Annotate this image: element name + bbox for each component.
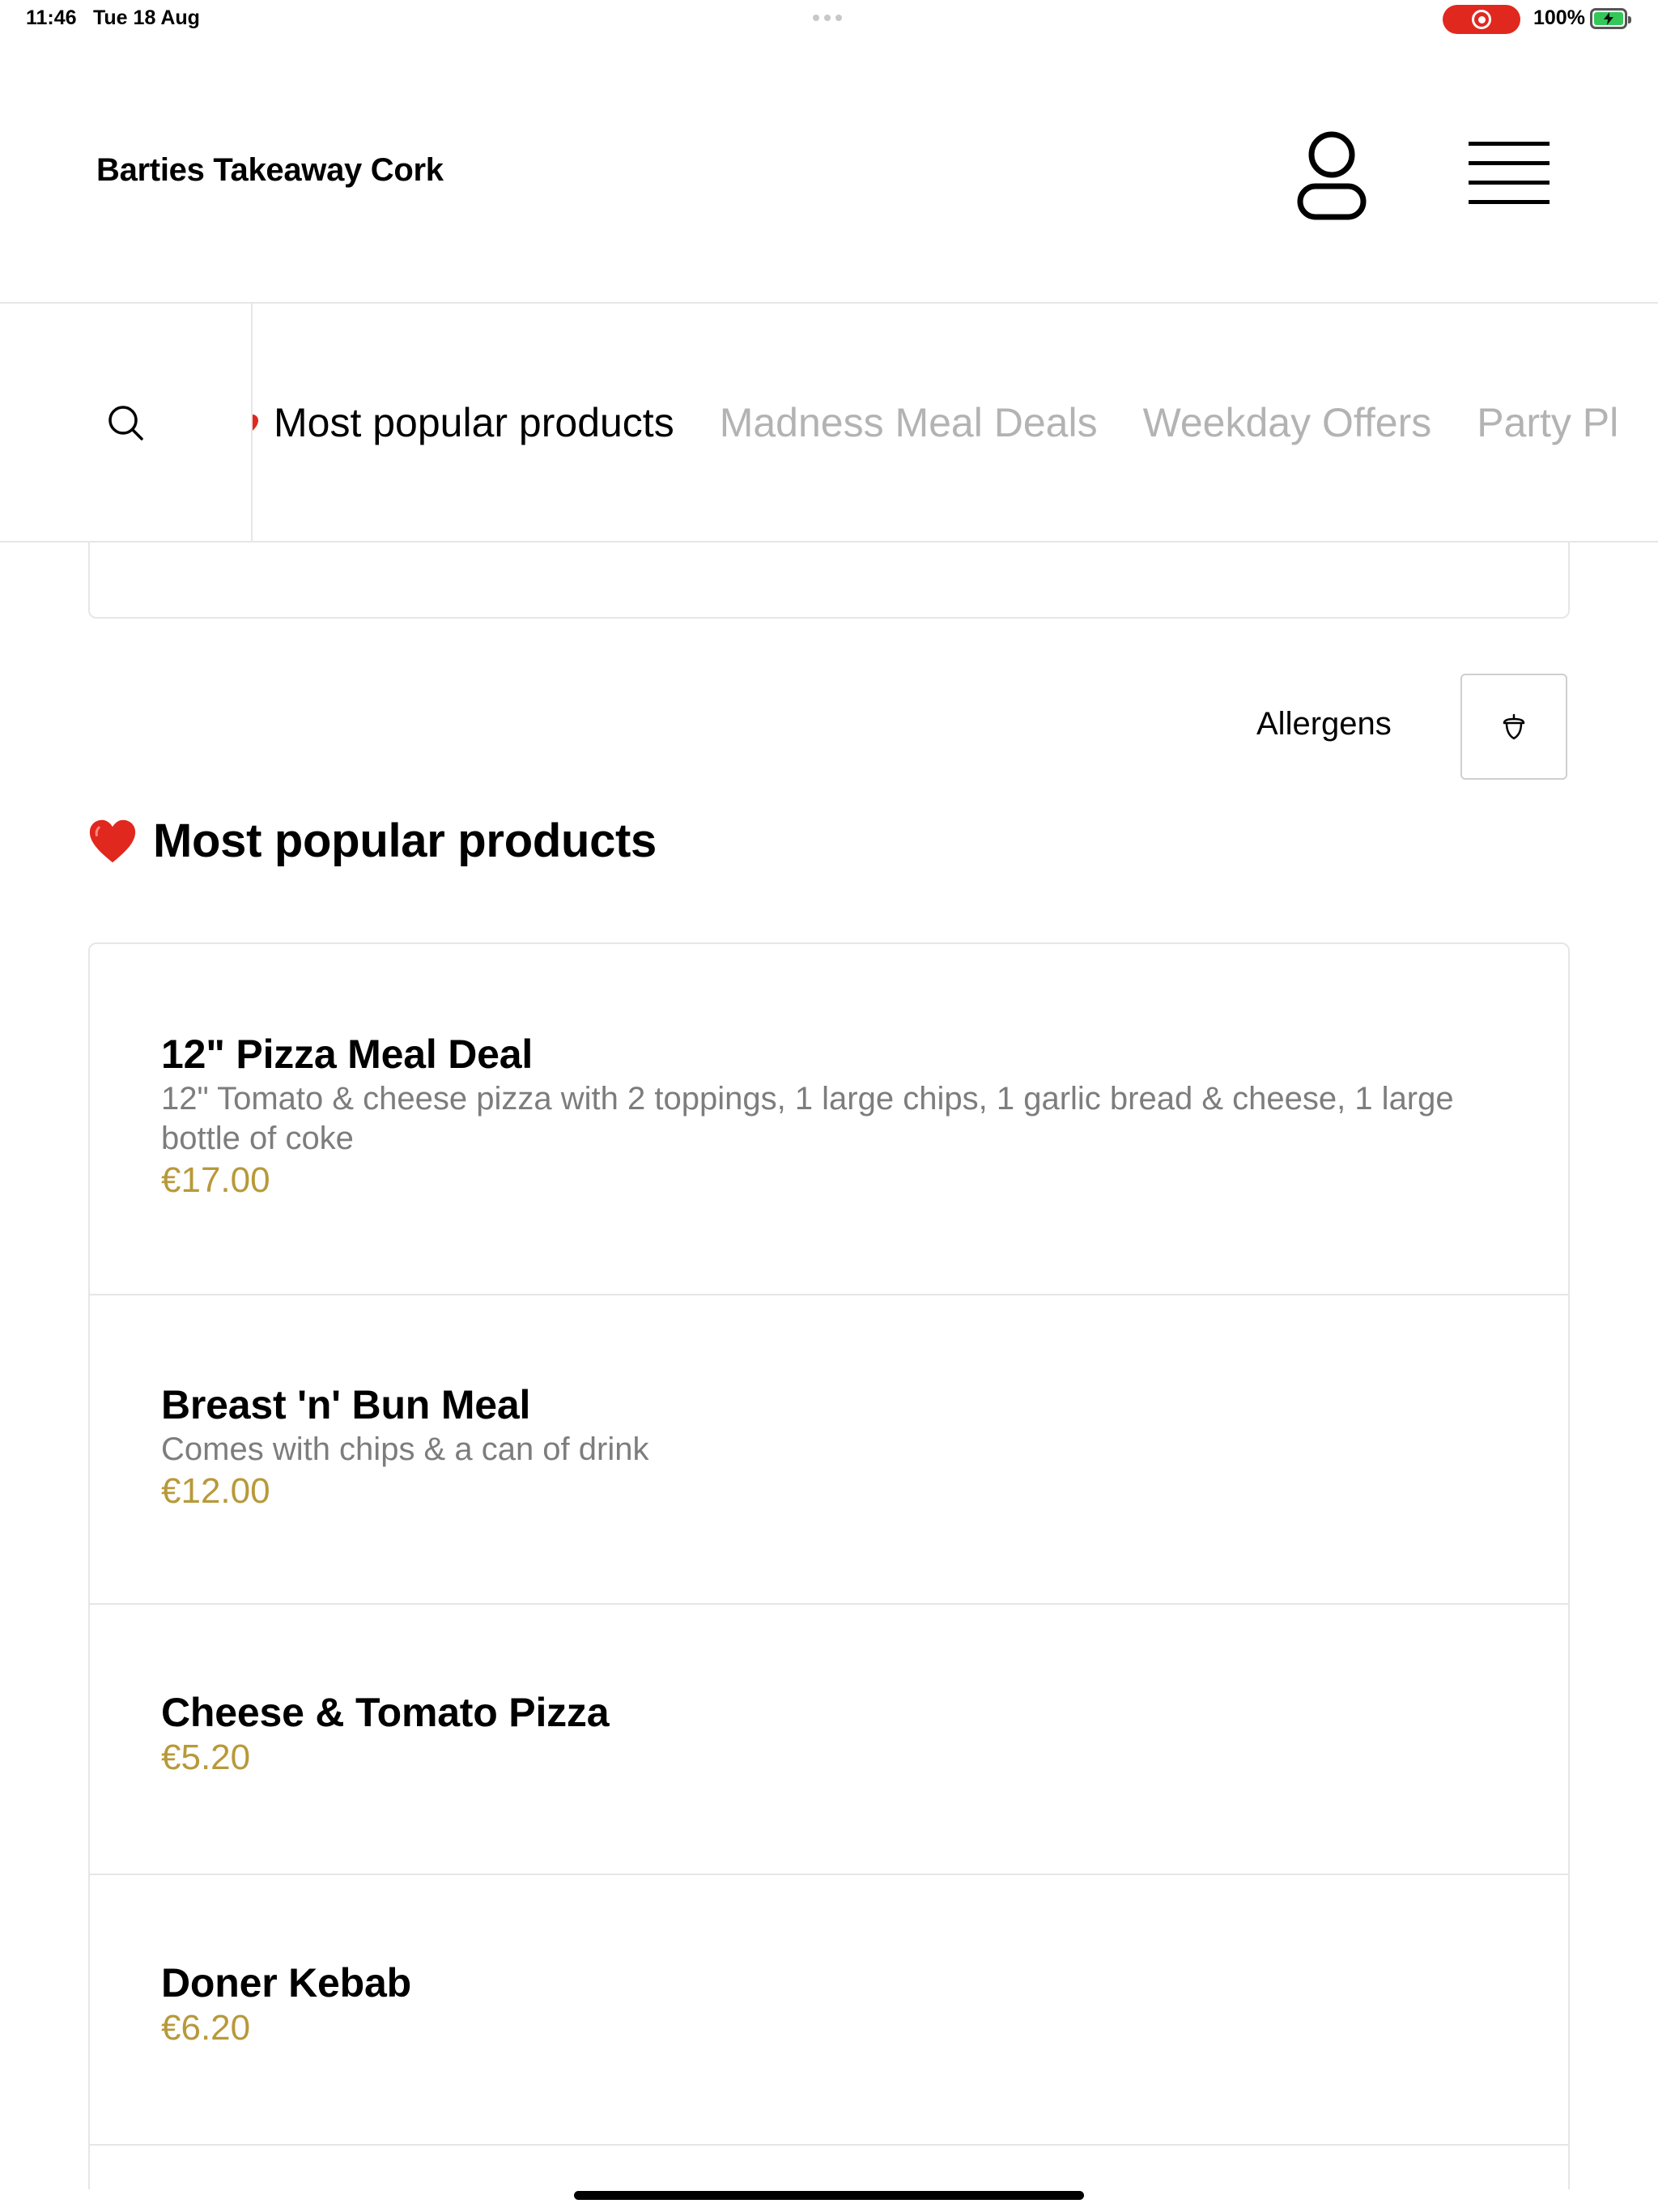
site-title[interactable]: Barties Takeaway Cork	[96, 152, 444, 189]
status-date: Tue 18 Aug	[93, 6, 200, 29]
heart-icon	[89, 819, 136, 862]
tab-most-popular[interactable]: Most popular products	[235, 399, 674, 446]
category-tabs: Most popular products Madness Meal Deals…	[235, 304, 1658, 541]
account-button[interactable]	[1287, 126, 1376, 223]
search-panel	[88, 541, 1570, 619]
battery-icon	[1590, 8, 1631, 29]
product-name: Breast 'n' Bun Meal	[161, 1382, 531, 1427]
status-bar: 11:46 Tue 18 Aug 100%	[0, 0, 1658, 39]
product-price: €12.00	[161, 1471, 270, 1511]
allergens-button[interactable]	[1460, 674, 1567, 780]
product-item[interactable]: Doner Kebab €6.20	[90, 1875, 1568, 2146]
screen-recording-icon[interactable]	[1443, 5, 1520, 34]
product-name: 12" Pizza Meal Deal	[161, 1032, 534, 1077]
allergens-label: Allergens	[1256, 706, 1392, 742]
hamburger-menu-icon	[1469, 142, 1550, 204]
product-item[interactable]: Cheese & Tomato Pizza €5.20	[90, 1605, 1568, 1875]
tab-weekday-offers[interactable]: Weekday Offers	[1143, 399, 1432, 446]
section-heading: Most popular products	[88, 814, 657, 868]
tab-party-platters[interactable]: Party Pl	[1477, 399, 1618, 446]
product-name: Doner Kebab	[161, 1960, 411, 2006]
home-indicator[interactable]	[574, 2191, 1084, 2200]
product-name: Cheese & Tomato Pizza	[161, 1690, 610, 1735]
section-title: Most popular products	[153, 815, 657, 867]
product-price: €17.00	[161, 1160, 270, 1200]
product-item[interactable]: 12" Pizza Meal Deal 12" Tomato & cheese …	[90, 944, 1568, 1295]
site-header: Barties Takeaway Cork	[0, 39, 1658, 304]
product-price: €5.20	[161, 1738, 251, 1777]
product-description: Comes with chips & a can of drink	[161, 1431, 649, 1467]
product-description: 12" Tomato & cheese pizza with 2 topping…	[161, 1081, 1454, 1156]
search-icon	[108, 405, 143, 440]
person-icon	[1297, 131, 1367, 220]
multitasking-dots-icon[interactable]	[813, 15, 842, 21]
category-nav: Most popular products Madness Meal Deals…	[0, 304, 1658, 542]
search-button[interactable]	[0, 304, 253, 541]
tab-madness-meal-deals[interactable]: Madness Meal Deals	[720, 399, 1098, 446]
battery-percentage: 100%	[1533, 6, 1585, 29]
status-time: 11:46	[26, 6, 77, 29]
tab-label: Most popular products	[274, 399, 674, 445]
product-price: €6.20	[161, 2008, 251, 2048]
acorn-icon	[1503, 713, 1525, 739]
menu-button[interactable]	[1462, 134, 1556, 215]
product-list: 12" Pizza Meal Deal 12" Tomato & cheese …	[88, 942, 1570, 2189]
product-item[interactable]: Breast 'n' Bun Meal Comes with chips & a…	[90, 1295, 1568, 1605]
